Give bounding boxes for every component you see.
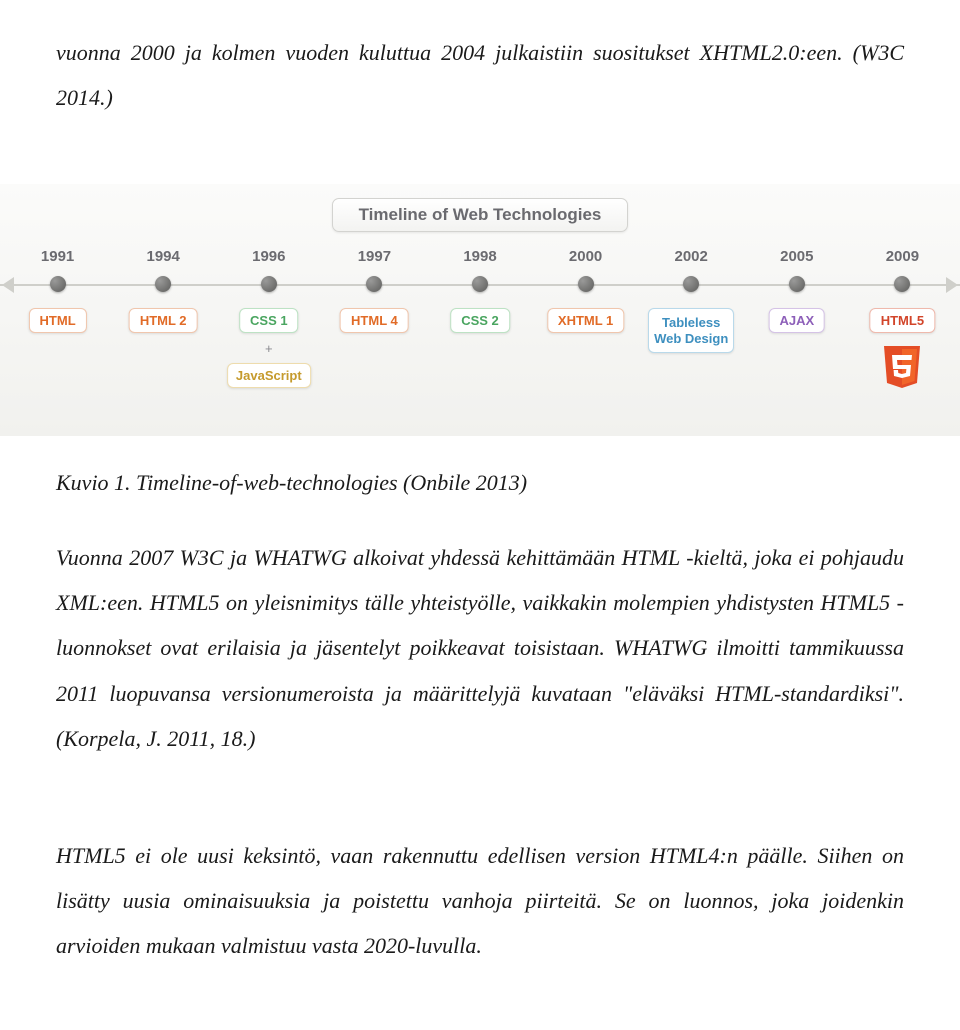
timeline-dot-icon bbox=[472, 276, 488, 292]
timeline-area: 1991 HTML 1994 HTML 2 1996 CSS 1 + JavaScript 19… bbox=[0, 248, 960, 418]
timeline-tech-label: HTML5 bbox=[870, 308, 935, 333]
timeline-dot-icon bbox=[155, 276, 171, 292]
timeline-year: 1997 bbox=[324, 248, 424, 265]
timeline-year: 2009 bbox=[852, 248, 952, 265]
timeline-tech-label: CSS 1 bbox=[239, 308, 299, 333]
timeline-year: 1991 bbox=[8, 248, 108, 265]
timeline-dot-icon bbox=[578, 276, 594, 292]
timeline-year: 1998 bbox=[430, 248, 530, 265]
timeline-dot-icon bbox=[683, 276, 699, 292]
timeline-year: 2002 bbox=[641, 248, 741, 265]
body-paragraph-2: Vuonna 2007 W3C ja WHATWG alkoivat yhdes… bbox=[56, 535, 904, 760]
timeline-tech-label: Tableless Web Design bbox=[648, 308, 734, 353]
timeline-year: 1996 bbox=[219, 248, 319, 265]
timeline-dot-icon bbox=[366, 276, 382, 292]
timeline-year: 2000 bbox=[536, 248, 636, 265]
timeline-dot-icon bbox=[789, 276, 805, 292]
figure-title: Timeline of Web Technologies bbox=[332, 198, 629, 232]
timeline-year: 2005 bbox=[747, 248, 847, 265]
figure-caption: Kuvio 1. Timeline-of-web-technologies (O… bbox=[56, 460, 904, 505]
intro-paragraph: vuonna 2000 ja kolmen vuoden kuluttua 20… bbox=[56, 30, 904, 120]
html5-shield-icon bbox=[881, 343, 923, 391]
timeline-tech-label: XHTML 1 bbox=[547, 308, 624, 333]
timeline-figure: Timeline of Web Technologies 1991HTML199… bbox=[0, 184, 960, 436]
timeline-subtech-label: JavaScript bbox=[227, 363, 311, 388]
timeline-dot-icon bbox=[894, 276, 910, 292]
timeline-tech-label: HTML 4 bbox=[340, 308, 409, 333]
timeline-tech-label: HTML bbox=[29, 308, 87, 333]
timeline-dot-icon bbox=[261, 276, 277, 292]
timeline-year: 1994 bbox=[113, 248, 213, 265]
timeline-dot-icon bbox=[50, 276, 66, 292]
timeline-tech-label: HTML 2 bbox=[129, 308, 198, 333]
plus-icon: + bbox=[219, 341, 319, 356]
timeline-tech-label: CSS 2 bbox=[450, 308, 510, 333]
body-paragraph-3: HTML5 ei ole uusi keksintö, vaan rakennu… bbox=[56, 833, 904, 968]
timeline-arrow-right-icon bbox=[946, 277, 958, 293]
timeline-tech-label: AJAX bbox=[768, 308, 825, 333]
